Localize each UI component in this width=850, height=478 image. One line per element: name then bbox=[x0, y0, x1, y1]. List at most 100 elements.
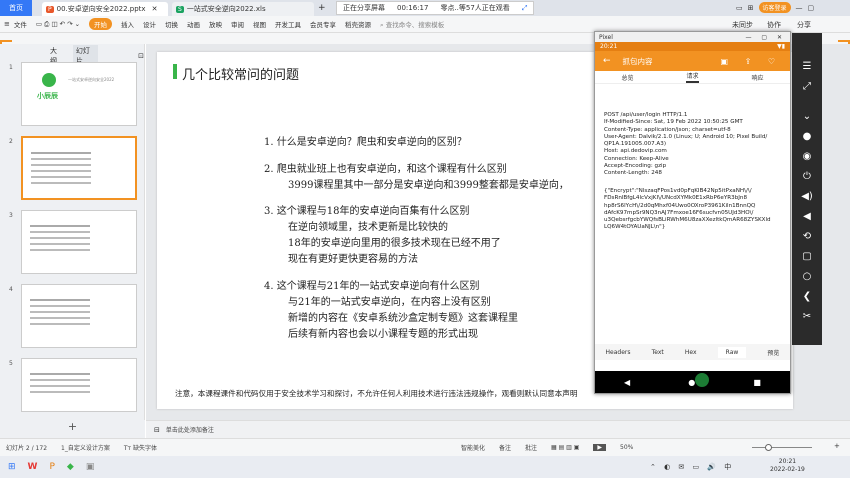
nav-recents-icon[interactable]: ■ bbox=[753, 378, 761, 387]
tab-overview[interactable]: 总览 bbox=[621, 73, 633, 82]
tab-raw[interactable]: Raw bbox=[717, 346, 747, 358]
nav-back-icon[interactable]: ◀ bbox=[624, 378, 630, 387]
notes-button[interactable]: 备注 bbox=[499, 443, 511, 452]
expand-icon[interactable]: ⤢ bbox=[792, 76, 822, 96]
request-line: Connection: Keep-Alive bbox=[604, 155, 669, 162]
menu-insert[interactable]: 插入 bbox=[121, 19, 134, 29]
thumbnail-slide-4[interactable] bbox=[21, 284, 137, 348]
menu-design[interactable]: 设计 bbox=[143, 19, 156, 29]
notes-placeholder: 单击此处添加备注 bbox=[165, 427, 214, 434]
monitor-icon[interactable]: ▭ bbox=[736, 4, 743, 12]
tab-pptx[interactable]: P 00.安卓逆向安全2022.pptx ✕ bbox=[42, 2, 168, 16]
body-line: hp8rS6lYcH\/2d0qMhxf04Uwo0OXroP3961Kiln1… bbox=[604, 202, 756, 209]
tab-request[interactable]: 请求 bbox=[686, 71, 699, 83]
view-mode-icons[interactable]: ▦ ▤ ▥ ▣ bbox=[551, 444, 579, 451]
menu-view[interactable]: 视图 bbox=[253, 19, 266, 29]
menu-start[interactable]: 开始 bbox=[89, 18, 113, 30]
zoom-slider[interactable] bbox=[752, 447, 812, 448]
add-slide-icon[interactable]: + bbox=[0, 420, 145, 438]
question-4-line-2: 与21年的一站式安卓逆向，在内容上没有区别 bbox=[288, 297, 491, 308]
new-tab-icon[interactable]: + bbox=[318, 3, 326, 13]
missing-font[interactable]: Tт 缺失字体 bbox=[124, 443, 157, 452]
back-arrow-icon[interactable]: ← bbox=[603, 56, 611, 66]
users-icon[interactable]: ☰ bbox=[792, 56, 822, 76]
menu-docer[interactable]: 稻壳资源 bbox=[345, 19, 371, 29]
thumb-number: 4 bbox=[9, 286, 13, 293]
tab-preview[interactable]: 预览 bbox=[767, 348, 779, 357]
thumb-lines bbox=[30, 373, 90, 375]
eye-icon[interactable]: ◉ bbox=[792, 146, 822, 166]
volume-down-icon[interactable]: ◀ bbox=[792, 206, 822, 226]
login-button[interactable]: 访客登录 bbox=[758, 2, 791, 13]
header-actions[interactable]: ▣ ⇪ ♡ bbox=[720, 57, 782, 66]
unsync-status[interactable]: 未同步 bbox=[732, 20, 753, 30]
close-icon[interactable]: ✕ bbox=[152, 5, 158, 13]
rotate-icon[interactable]: ⟲ bbox=[792, 226, 822, 246]
thumbnail-slide-1[interactable]: 小辰辰 一站式安卓逆向安全2022 bbox=[21, 62, 137, 126]
menu-review[interactable]: 审阅 bbox=[231, 19, 244, 29]
emulator-title: Pixel bbox=[599, 33, 613, 41]
tab-text[interactable]: Text bbox=[652, 349, 664, 356]
menu-devtools[interactable]: 开发工具 bbox=[275, 19, 301, 29]
tray-icons[interactable]: ⌃ ◐ ✉ ▭ 🔊 中 bbox=[650, 462, 734, 472]
windows-start-icon[interactable]: ⊞ bbox=[8, 462, 16, 472]
thumb-subtitle: 一站式安卓逆向安全2022 bbox=[68, 77, 115, 82]
body-line: FDsRnlBfgL4lcVxjKI\/UNcdXYMk0E1xRbP6eYR3… bbox=[604, 195, 748, 202]
power-icon[interactable]: ⏻ bbox=[792, 166, 822, 186]
search-placeholder: 查找命令、搜索模板 bbox=[385, 20, 445, 29]
ppt-icon: P bbox=[46, 5, 54, 13]
menu-slideshow[interactable]: 放映 bbox=[209, 19, 222, 29]
menu-animation[interactable]: 动画 bbox=[187, 19, 200, 29]
scissors-icon[interactable]: ✂ bbox=[792, 306, 822, 326]
slide-thumbnails-pane: 大纲 幻灯片 ⊡ 1 小辰辰 一站式安卓逆向安全2022 2 3 4 5 bbox=[0, 44, 145, 420]
back-icon[interactable]: ❮ bbox=[792, 286, 822, 306]
comments-button[interactable]: 批注 bbox=[525, 443, 537, 452]
slide-title: 几个比较常问的问题 bbox=[182, 68, 300, 83]
wps-icon[interactable]: W bbox=[28, 462, 38, 472]
search-icon: ⌕ bbox=[380, 20, 384, 29]
share-timer: 00:16:17 bbox=[397, 4, 429, 12]
play-button[interactable]: ▶ bbox=[593, 444, 607, 451]
ppt-task-icon[interactable]: P bbox=[49, 462, 54, 472]
zoom-slider-handle[interactable] bbox=[765, 444, 772, 451]
fullscreen-icon[interactable]: ⤢ bbox=[522, 4, 528, 13]
maximize-icon[interactable]: ▢ bbox=[808, 4, 815, 12]
search-box[interactable]: ⌕ 查找命令、搜索模板 bbox=[380, 19, 444, 30]
thumbnail-slide-2[interactable] bbox=[21, 136, 137, 200]
tab-xls[interactable]: S 一站式安全逆向2022.xls bbox=[172, 2, 314, 16]
close-pane-icon[interactable]: ⊡ bbox=[138, 52, 144, 60]
question-1: 1. 什么是安卓逆向？爬虫和安卓逆向的区别？ bbox=[264, 137, 467, 148]
menu-transition[interactable]: 切换 bbox=[165, 19, 178, 29]
menu-icon[interactable]: ≡ bbox=[4, 20, 10, 28]
thumbnail-slide-5[interactable] bbox=[21, 358, 137, 412]
tab-hex[interactable]: Hex bbox=[685, 349, 697, 356]
grid-icon[interactable]: ⊞ bbox=[748, 4, 754, 12]
thumbnail-slide-3[interactable] bbox=[21, 210, 137, 274]
logo-icon bbox=[42, 73, 56, 87]
tab-headers[interactable]: Headers bbox=[606, 349, 631, 356]
window-icon[interactable]: ▣ bbox=[86, 462, 95, 472]
thumb-lines bbox=[30, 225, 90, 227]
volume-up-icon[interactable]: ◀) bbox=[792, 186, 822, 206]
share-button[interactable]: 分享 bbox=[797, 20, 811, 30]
sheet-icon: S bbox=[176, 5, 184, 13]
notes-toggle-icon[interactable]: ⊟ bbox=[154, 426, 160, 434]
smart-beautify-button[interactable]: 智能美化 bbox=[461, 443, 485, 452]
menu-file[interactable]: 文件 bbox=[14, 19, 27, 29]
android-icon[interactable]: ◆ bbox=[67, 462, 74, 472]
square-icon[interactable]: ▢ bbox=[792, 246, 822, 266]
font-icon: Tт bbox=[123, 445, 132, 452]
record-icon[interactable]: ● bbox=[792, 126, 822, 146]
tab-home[interactable]: 首页 bbox=[0, 0, 32, 16]
collab-button[interactable]: 协作 bbox=[767, 20, 781, 30]
emulator-window-controls[interactable]: — ▢ ✕ bbox=[745, 34, 786, 41]
zoom-in-icon[interactable]: + bbox=[834, 442, 840, 450]
minimize-icon[interactable]: — bbox=[796, 4, 803, 12]
circle-icon[interactable]: ○ bbox=[792, 266, 822, 286]
theme-name[interactable]: 1_自定义设计方案 bbox=[61, 443, 110, 452]
menu-member[interactable]: 会员专享 bbox=[310, 19, 336, 29]
tab-response[interactable]: 响应 bbox=[751, 73, 763, 82]
notes-bar[interactable]: ⊟ 单击此处添加备注 bbox=[146, 420, 850, 438]
chevron-down-icon[interactable]: ⌄ bbox=[792, 106, 822, 126]
capture-tabs: 总览 请求 响应 bbox=[595, 71, 790, 84]
